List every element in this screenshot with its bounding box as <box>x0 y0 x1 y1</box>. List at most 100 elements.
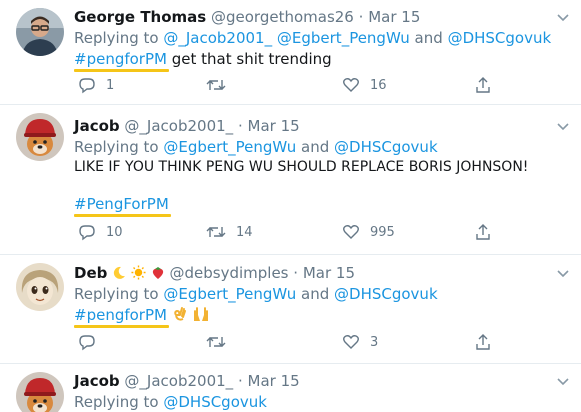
display-name[interactable]: George Thomas <box>74 8 206 26</box>
tweet-header: Jacob @_Jacob2001_ · Mar 15 <box>74 372 300 390</box>
tweet-actions: 1 16 <box>74 75 514 95</box>
highlight-underline <box>74 214 171 217</box>
display-name[interactable]: Deb <box>74 264 107 282</box>
reply-icon <box>79 225 95 241</box>
share-button[interactable] <box>474 75 492 95</box>
retweet-icon <box>206 227 226 237</box>
tweet[interactable]: Deb @debsydimples · Mar 15 Replying to @… <box>0 255 581 363</box>
tweet-body: LIKE IF YOU THINK PENG WU SHOULD REPLACE… <box>74 159 529 175</box>
hashtag-link[interactable]: #PengForPM <box>74 195 171 217</box>
display-name[interactable]: Jacob <box>74 117 120 135</box>
conjunction: and <box>414 29 443 47</box>
avatar[interactable] <box>16 113 64 161</box>
share-icon <box>476 334 490 350</box>
mention-link[interactable]: @DHSCgovuk <box>334 285 438 303</box>
mention-link[interactable]: @Egbert_PengWu <box>163 285 296 303</box>
username[interactable]: @_Jacob2001_ <box>124 117 233 135</box>
chevron-down-icon[interactable] <box>556 119 570 133</box>
tweet[interactable]: Jacob @_Jacob2001_ · Mar 15 Replying to … <box>0 105 581 254</box>
mention-link[interactable]: @Egbert_PengWu <box>163 138 296 156</box>
display-name[interactable]: Jacob <box>74 372 120 390</box>
hashtag-text[interactable]: #pengforPM <box>74 50 167 68</box>
reply-icon <box>79 78 95 94</box>
tweet-header: George Thomas @georgethomas26 · Mar 15 <box>74 8 420 26</box>
hashtag-link[interactable]: #pengforPM <box>74 306 169 328</box>
heart-icon <box>343 225 359 239</box>
username[interactable]: @georgethomas26 <box>211 8 354 26</box>
timestamp[interactable]: Mar 15 <box>303 264 355 282</box>
replying-to-label: Replying to <box>74 29 159 47</box>
avatar[interactable] <box>16 372 64 412</box>
chevron-down-icon[interactable] <box>556 266 570 280</box>
reply-button[interactable]: 1 <box>78 75 114 95</box>
like-count: 995 <box>370 224 395 240</box>
mention-link[interactable]: @DHSCgovuk <box>334 138 438 156</box>
separator-dot: · <box>237 117 243 135</box>
replying-to: Replying to @DHSCgovuk <box>74 393 267 411</box>
conjunction: and <box>301 285 330 303</box>
mention-link[interactable]: @DHSCgovuk <box>163 393 267 411</box>
reply-count: 10 <box>106 224 123 240</box>
timestamp[interactable]: Mar 15 <box>368 8 420 26</box>
tweet[interactable]: Jacob @_Jacob2001_ · Mar 15 Replying to … <box>0 364 581 412</box>
share-icon <box>476 224 490 240</box>
hashtag-text[interactable]: #pengforPM <box>74 306 167 324</box>
raised-hands-icon <box>193 307 208 321</box>
timestamp[interactable]: Mar 15 <box>248 372 300 390</box>
sun-icon <box>131 265 146 280</box>
timestamp[interactable]: Mar 15 <box>248 117 300 135</box>
reply-count: 1 <box>106 77 115 93</box>
avatar[interactable] <box>16 8 64 56</box>
hashtag-link[interactable]: #pengforPM <box>74 50 169 72</box>
tweet-actions: 10 14 995 <box>74 222 514 242</box>
replying-to: Replying to @Egbert_PengWu and @DHSCgovu… <box>74 138 438 156</box>
name-emojis <box>112 264 169 282</box>
mention-link[interactable]: @_Jacob2001_ <box>163 29 272 47</box>
replying-to: Replying to @_Jacob2001_ @Egbert_PengWu … <box>74 29 551 47</box>
like-button[interactable]: 16 <box>342 75 387 95</box>
replying-to: Replying to @Egbert_PengWu and @DHSCgovu… <box>74 285 438 303</box>
mention-link[interactable]: @DHSCgovuk <box>448 29 552 47</box>
retweet-button[interactable] <box>206 75 236 95</box>
heart-icon <box>343 335 359 349</box>
strawberry-icon <box>152 267 163 279</box>
reply-icon <box>79 335 95 351</box>
hashtag-text[interactable]: #PengForPM <box>74 195 169 213</box>
mention-link[interactable]: @Egbert_PengWu <box>277 29 410 47</box>
reply-button[interactable]: 10 <box>78 222 123 242</box>
share-button[interactable] <box>474 332 492 352</box>
retweet-icon <box>206 337 226 347</box>
replying-to-label: Replying to <box>74 285 159 303</box>
separator-dot: · <box>293 264 299 282</box>
like-button[interactable]: 995 <box>342 222 395 242</box>
tweet-text: #pengforPM <box>74 306 210 328</box>
tweet-text: #PengForPM <box>74 195 171 217</box>
like-button[interactable]: 3 <box>342 332 378 352</box>
tweet-header: Jacob @_Jacob2001_ · Mar 15 <box>74 117 300 135</box>
tweet-header: Deb @debsydimples · Mar 15 <box>74 264 355 282</box>
ok-hand-icon <box>173 307 186 321</box>
retweet-button[interactable]: 14 <box>206 222 253 242</box>
chevron-down-icon[interactable] <box>556 374 570 388</box>
separator-dot: · <box>358 8 364 26</box>
username[interactable]: @debsydimples <box>170 264 289 282</box>
crescent-moon-icon <box>114 266 126 279</box>
tweet-actions: 3 <box>74 332 514 352</box>
highlight-underline <box>74 69 169 72</box>
reply-button[interactable] <box>78 332 106 352</box>
tweet-text: #pengforPM get that shit trending <box>74 50 332 72</box>
share-icon <box>476 77 490 93</box>
replying-to-label: Replying to <box>74 138 159 156</box>
username[interactable]: @_Jacob2001_ <box>124 372 233 390</box>
separator-dot: · <box>237 372 243 390</box>
tweet[interactable]: George Thomas @georgethomas26 · Mar 15 R… <box>0 0 581 104</box>
avatar[interactable] <box>16 263 64 311</box>
heart-icon <box>343 78 359 92</box>
chevron-down-icon[interactable] <box>556 10 570 24</box>
share-button[interactable] <box>474 222 492 242</box>
conjunction: and <box>301 138 330 156</box>
retweet-button[interactable] <box>206 332 236 352</box>
like-count: 16 <box>370 77 387 93</box>
tweet-body: get that shit trending <box>171 50 332 68</box>
retweet-count: 14 <box>236 224 253 240</box>
